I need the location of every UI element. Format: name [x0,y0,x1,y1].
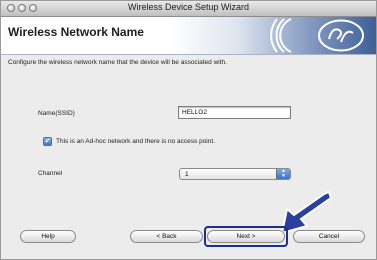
cancel-button[interactable]: Cancel [293,230,365,243]
window-title: Wireless Device Setup Wizard [127,2,250,12]
help-button[interactable]: Help [20,230,76,243]
header-banner: Wireless Network Name [1,17,376,55]
instructions-text: Configure the wireless network name that… [8,59,227,66]
channel-select[interactable]: 1 ▲ ▼ [179,168,291,180]
adhoc-checkbox-label: This is an Ad-hoc network and there is n… [56,138,215,145]
select-arrows-icon: ▲ ▼ [276,169,290,179]
wireless-logo-icon [270,18,364,53]
channel-select-value: 1 [185,170,189,178]
checkmark-icon: ✔ [44,138,51,145]
back-button[interactable]: < Back [130,230,203,243]
ssid-label: Name(SSID) [38,110,75,117]
wizard-window: Wireless Device Setup Wizard Wireless Ne… [0,0,377,260]
channel-label: Channel [38,170,63,177]
ssid-input[interactable]: HELLO2 [178,106,291,119]
page-title: Wireless Network Name [8,25,144,39]
adhoc-checkbox[interactable]: ✔ [43,137,52,146]
title-bar[interactable]: Wireless Device Setup Wizard [1,1,376,17]
next-button[interactable]: Next > [207,230,285,243]
